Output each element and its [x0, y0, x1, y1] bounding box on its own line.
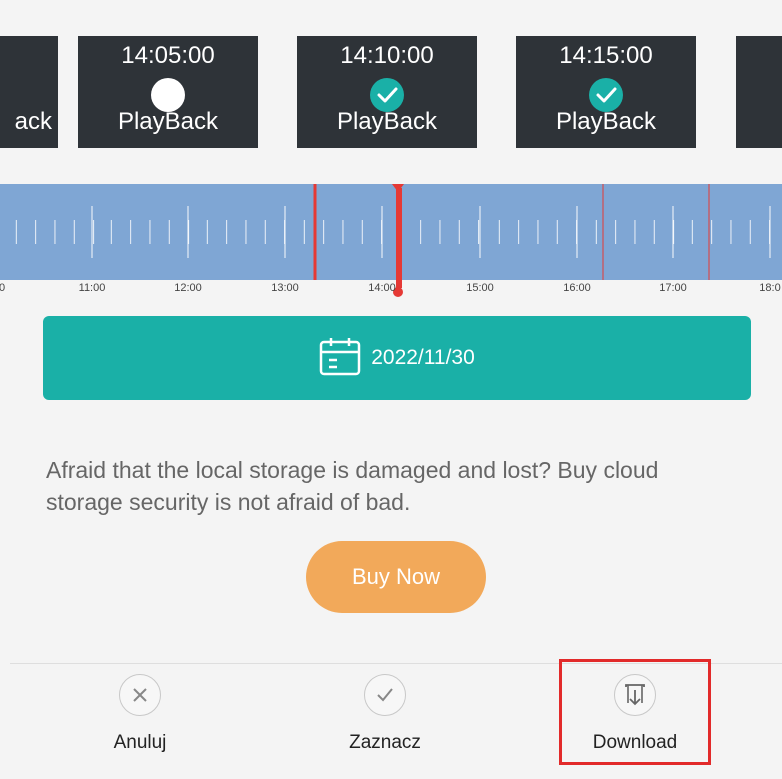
clip-thumbnail-strip[interactable]: ack 14:05:00 PlayBack 14:10:00 PlayBack …	[0, 0, 782, 170]
clip-time: 14:10:00	[340, 42, 434, 69]
download-label: Download	[592, 732, 678, 753]
select-button[interactable]: Zaznacz	[285, 664, 485, 779]
cancel-button[interactable]: Anuluj	[40, 664, 240, 779]
date-picker-button[interactable]: 2022/11/30	[43, 316, 751, 400]
check-icon	[364, 674, 406, 716]
cloud-storage-promo-text: Afraid that the local storage is damaged…	[46, 457, 659, 515]
timeline-ticks	[15, 206, 771, 258]
clip-thumbnail[interactable]: 14:05:00 PlayBack	[78, 36, 258, 148]
checked-circle-icon[interactable]	[370, 78, 404, 112]
clip-label: PlayBack	[336, 108, 438, 135]
tick-label: 18:0	[759, 282, 781, 294]
clip-label: ack	[14, 108, 52, 135]
download-icon	[614, 674, 656, 716]
clip-time: 14:05:00	[121, 42, 215, 69]
tick-label: 16:00	[563, 282, 591, 294]
clip-thumbnail[interactable]	[736, 36, 782, 148]
timeline-scrubber[interactable]	[0, 184, 782, 297]
timeline-track[interactable]	[0, 184, 782, 297]
calendar-icon	[319, 336, 361, 381]
buy-now-button[interactable]: Buy Now	[306, 541, 486, 613]
clip-label: PlayBack	[555, 108, 657, 135]
timeline-tick-labels: 0 11:00 12:00 13:00 14:00 15:00 16:00 17…	[0, 282, 782, 302]
tick-label: 11:00	[78, 282, 106, 294]
tick-label: 12:00	[174, 282, 202, 294]
selected-date: 2022/11/30	[371, 346, 475, 369]
clip-thumbnail[interactable]: 14:10:00 PlayBack	[297, 36, 477, 148]
tick-label: 0	[0, 282, 6, 294]
tick-label: 15:00	[466, 282, 494, 294]
tick-label: 17:00	[659, 282, 687, 294]
select-label: Zaznacz	[349, 732, 421, 753]
tick-label: 14:00	[368, 282, 396, 294]
download-button[interactable]: Download	[535, 664, 735, 779]
clip-thumbnail[interactable]: ack	[0, 36, 58, 148]
clip-label: PlayBack	[117, 108, 219, 135]
close-icon	[119, 674, 161, 716]
tick-label: 13:00	[271, 282, 299, 294]
clip-time: 14:15:00	[559, 42, 653, 69]
checked-circle-icon[interactable]	[589, 78, 623, 112]
cancel-label: Anuluj	[113, 732, 167, 753]
clip-thumbnail[interactable]: 14:15:00 PlayBack	[516, 36, 696, 148]
unchecked-circle-icon[interactable]	[151, 78, 185, 112]
bottom-action-bar: Anuluj Zaznacz Download	[10, 663, 782, 779]
playhead-cursor[interactable]	[392, 184, 404, 297]
